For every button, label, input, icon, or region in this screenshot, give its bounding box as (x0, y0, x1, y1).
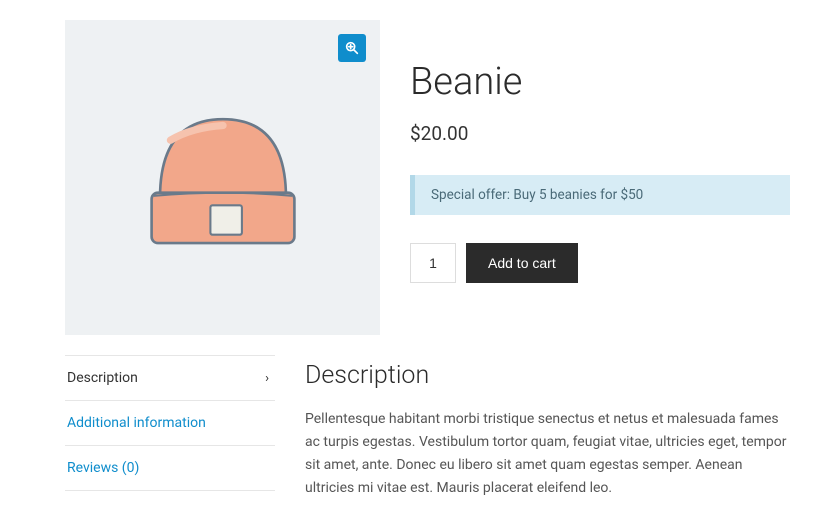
tab-description[interactable]: Description › (65, 355, 275, 401)
add-to-cart-button[interactable]: Add to cart (466, 243, 578, 283)
tab-label: Reviews (0) (67, 460, 139, 476)
product-top: Beanie $20.00 Special offer: Buy 5 beani… (65, 20, 790, 335)
product-tabs: Description › Additional information Rev… (65, 355, 275, 500)
zoom-icon (344, 40, 360, 56)
product-image (118, 77, 328, 287)
description-body: Pellentesque habitant morbi tristique se… (305, 408, 790, 500)
zoom-button[interactable] (338, 34, 366, 62)
product-bottom: Description › Additional information Rev… (65, 355, 790, 500)
add-to-cart-row: Add to cart (410, 243, 790, 283)
product-title: Beanie (410, 60, 790, 104)
tab-reviews[interactable]: Reviews (0) (65, 446, 275, 491)
quantity-input[interactable] (410, 243, 456, 283)
product-image-box (65, 20, 380, 335)
product-price: $20.00 (410, 122, 790, 145)
description-panel: Description Pellentesque habitant morbi … (305, 355, 790, 500)
product-details: Beanie $20.00 Special offer: Buy 5 beani… (410, 20, 790, 335)
tab-label: Description (67, 370, 138, 386)
tab-additional-information[interactable]: Additional information (65, 401, 275, 446)
chevron-right-icon: › (265, 371, 269, 386)
description-heading: Description (305, 361, 790, 390)
special-offer-banner: Special offer: Buy 5 beanies for $50 (410, 175, 790, 215)
tab-label: Additional information (67, 415, 206, 431)
